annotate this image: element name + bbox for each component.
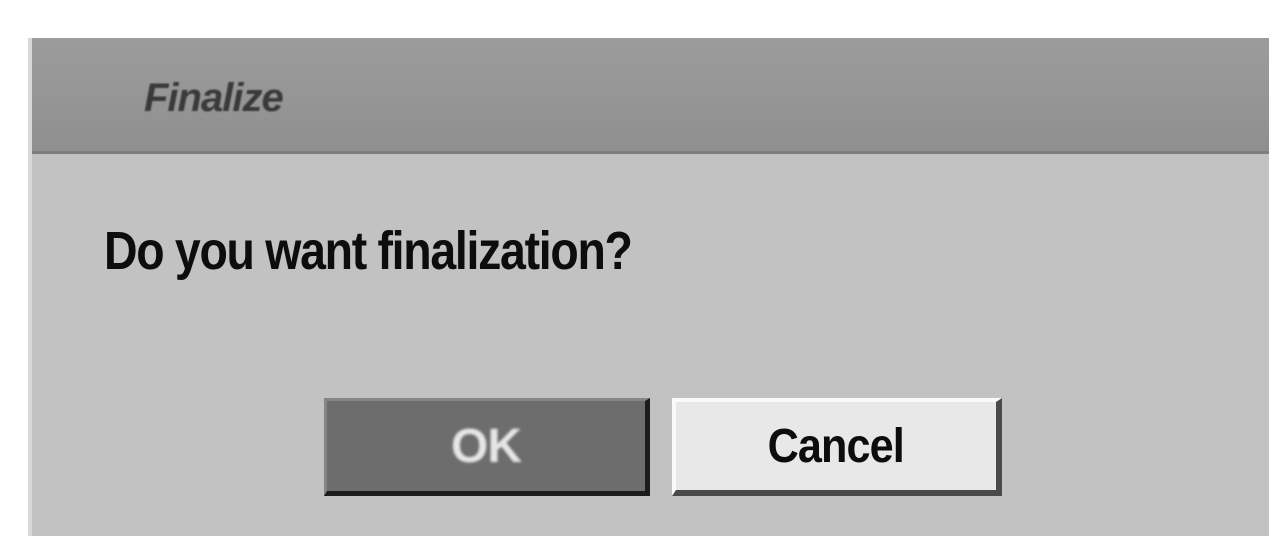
- ok-button-label: OK: [451, 419, 522, 473]
- ok-button[interactable]: OK: [324, 398, 650, 496]
- dialog-title-bar: Finalize: [32, 38, 1269, 154]
- dialog-message: Do you want finalization?: [104, 221, 633, 281]
- cancel-button[interactable]: Cancel: [672, 398, 1002, 496]
- cancel-button-label: Cancel: [767, 419, 905, 473]
- dialog-title: Finalize: [144, 76, 284, 120]
- finalize-dialog: Finalize Do you want finalization? OK Ca…: [28, 38, 1269, 536]
